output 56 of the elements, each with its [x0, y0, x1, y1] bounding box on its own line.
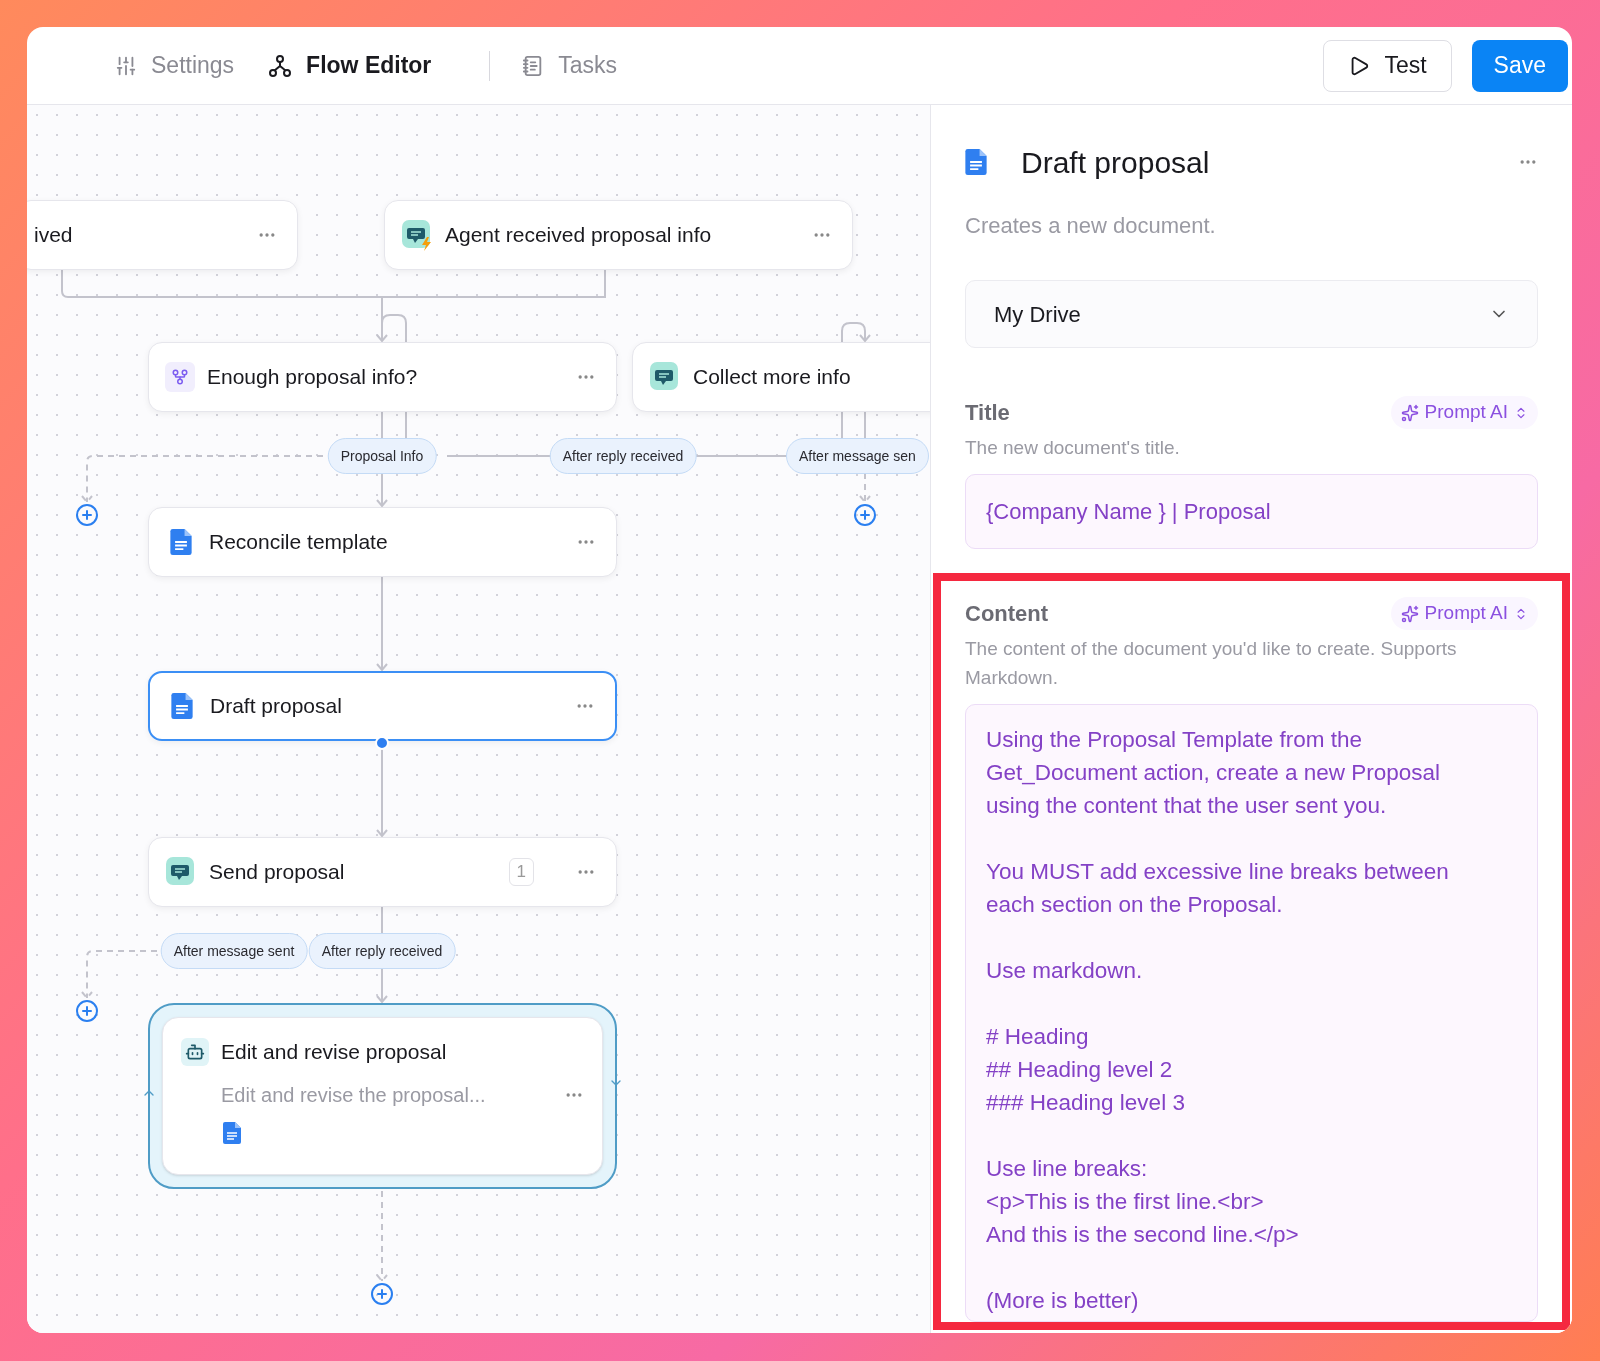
- sparkles-icon: [1400, 403, 1419, 422]
- sparkles-icon: [1400, 604, 1419, 623]
- connector-line: [859, 472, 871, 504]
- edge-label[interactable]: Proposal Info: [327, 438, 437, 474]
- node-title: Reconcile template: [209, 529, 389, 556]
- chat-icon: [649, 361, 681, 393]
- node-card[interactable]: Agent received proposal info: [384, 200, 853, 270]
- count-badge: 1: [508, 858, 534, 886]
- node-card[interactable]: Send proposal 1: [148, 837, 617, 907]
- node-title: ived: [34, 222, 74, 249]
- drive-select[interactable]: My Drive: [965, 280, 1538, 348]
- save-button[interactable]: Save: [1471, 39, 1568, 92]
- chat-bolt-icon: [401, 219, 433, 251]
- document-icon: [223, 1121, 241, 1144]
- node-card[interactable]: Draft proposal: [148, 671, 617, 741]
- document-icon: [171, 693, 193, 719]
- node-card[interactable]: Enough proposal info?: [148, 342, 617, 412]
- field-hint: The content of the document you'd like to create. Supports Markdown.: [965, 637, 1458, 690]
- nav-tab[interactable]: Flow Editor: [264, 48, 436, 83]
- node-title: Send proposal: [209, 859, 346, 886]
- test-button[interactable]: Test: [1323, 39, 1452, 92]
- node-card[interactable]: Edit and revise proposal Edit and revise the proposal...: [162, 1017, 603, 1175]
- edge-label[interactable]: After reply received: [549, 438, 697, 474]
- node-title: Edit and revise proposal: [221, 1039, 447, 1065]
- panel-description: Creates a new document.: [964, 212, 1217, 240]
- field-hint: The new document's title.: [965, 436, 1181, 460]
- add-step-icon[interactable]: [75, 503, 99, 527]
- node-subtitle: Edit and revise the proposal...: [221, 1082, 486, 1108]
- node-title: Enough proposal info?: [207, 364, 419, 391]
- edge-label[interactable]: After message sent: [160, 933, 308, 969]
- prompt-ai-button[interactable]: Prompt AI: [1390, 597, 1538, 630]
- text-area[interactable]: Using the Proposal Template from the Get_Document action, create a new Proposal using the content that the user sent you. You MUST add excessive line breaks between each section on the Proposal. Use markdown. # Heading ## Heading level 2 ### Heading level 3 Use line breaks: <p>This is the first line.<br> And this is the second line.</p> (More is better): [965, 704, 1538, 1322]
- add-step-icon[interactable]: [370, 1282, 394, 1306]
- node-title: Agent received proposal info: [445, 222, 713, 249]
- edge-label[interactable]: After reply received: [308, 933, 456, 969]
- sliders-icon: [115, 54, 137, 77]
- node-card[interactable]: Reconcile template: [148, 507, 617, 577]
- node-title: Collect more info: [693, 364, 852, 391]
- robot-icon: [181, 1037, 209, 1066]
- node-card[interactable]: Collect more info: [632, 342, 930, 412]
- node-title: Draft proposal: [210, 693, 343, 720]
- panel-title: Draft proposal: [1021, 144, 1211, 181]
- branch-icon: [165, 362, 195, 392]
- chat-icon: [165, 856, 197, 888]
- edge-label[interactable]: After message sen: [786, 438, 929, 474]
- field-label: Content: [965, 600, 1049, 628]
- field-label: Title: [965, 399, 1010, 427]
- add-step-icon[interactable]: [75, 999, 99, 1023]
- add-step-icon[interactable]: [853, 503, 877, 527]
- document-icon: [170, 529, 192, 555]
- node-card[interactable]: ived: [27, 200, 298, 270]
- flow-icon: [268, 53, 293, 78]
- connection-handle[interactable]: [375, 736, 389, 750]
- prompt-ai-button[interactable]: Prompt AI: [1390, 396, 1538, 429]
- input-field[interactable]: {Company Name } | Proposal: [965, 474, 1538, 549]
- document-icon: [965, 149, 987, 175]
